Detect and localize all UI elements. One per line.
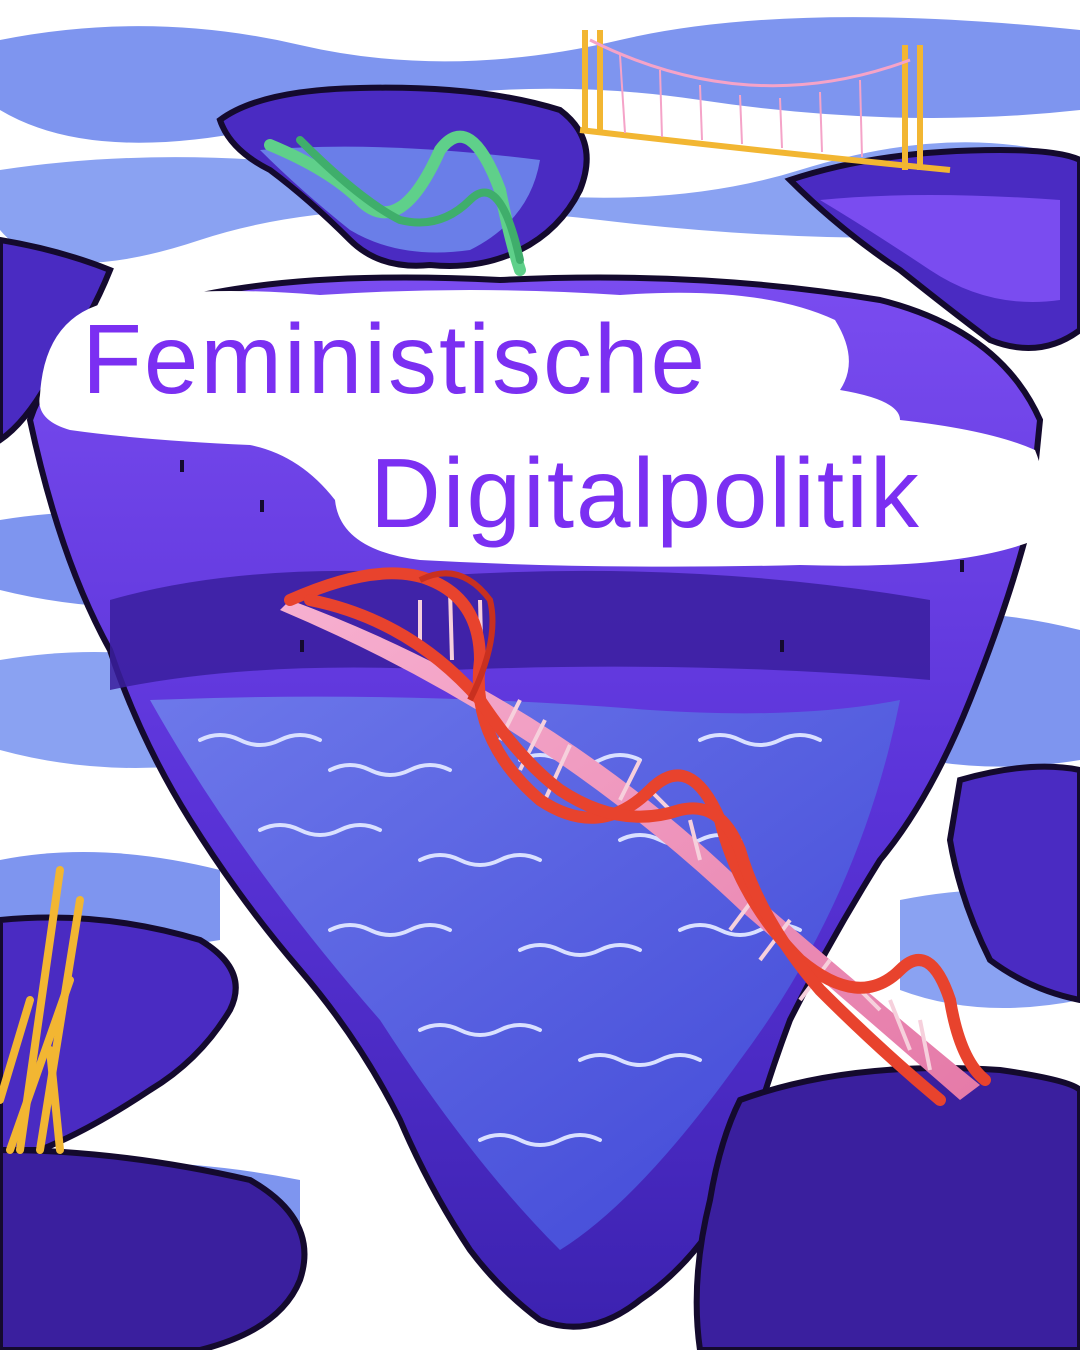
title-line-2: Digitalpolitik bbox=[370, 438, 921, 548]
illustration: Feministische Digitalpolitik bbox=[0, 0, 1080, 1350]
poster: Feministische Digitalpolitik bbox=[0, 0, 1080, 1350]
title-line-1: Feministische bbox=[82, 304, 707, 414]
